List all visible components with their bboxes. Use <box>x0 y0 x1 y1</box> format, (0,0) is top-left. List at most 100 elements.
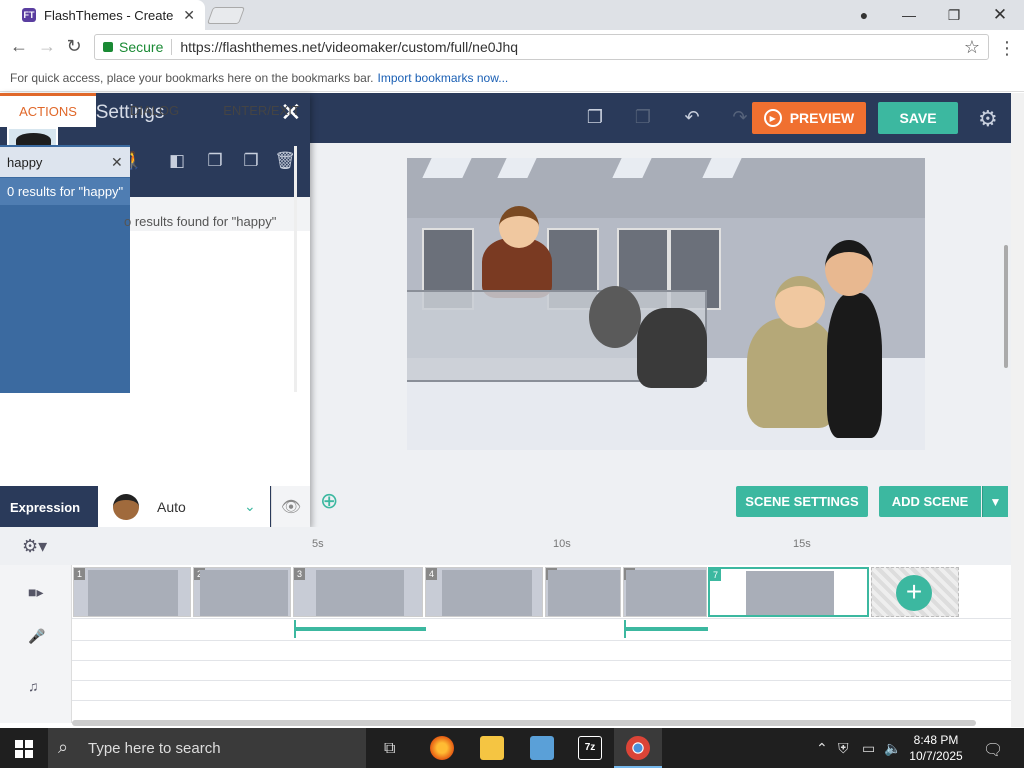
timeline-scrollbar[interactable] <box>72 720 976 726</box>
bookmark-star-icon[interactable]: ☆ <box>964 37 980 58</box>
taskbar-search[interactable]: Type here to search <box>48 728 366 768</box>
windows-start-icon[interactable] <box>15 740 33 758</box>
volume-icon[interactable]: 🔈 <box>884 740 901 757</box>
timeline-gear-icon[interactable]: ⚙▾ <box>22 536 47 557</box>
preview-button[interactable]: ▶ PREVIEW <box>752 102 866 134</box>
thumbnail-image <box>626 570 706 616</box>
scene-thumbnail[interactable]: 3 <box>293 567 423 617</box>
tab-actions[interactable]: ACTIONS <box>0 93 96 127</box>
scene-settings-button[interactable]: SCENE SETTINGS <box>736 486 868 517</box>
page-scroll-thumb[interactable] <box>1004 245 1008 368</box>
scene-number: 1 <box>74 568 85 580</box>
clock-date: 10/7/2025 <box>909 749 963 763</box>
bookmarks-bar: For quick access, place your bookmarks h… <box>0 65 1024 92</box>
thumbnail-image <box>200 570 288 616</box>
notifications-icon[interactable]: 🗨 <box>983 740 1003 760</box>
network-icon[interactable]: ▭ <box>862 740 875 757</box>
settings-gear-icon[interactable]: ⚙ <box>978 106 998 132</box>
task-view-icon[interactable]: ⧉ <box>384 740 395 758</box>
thumbnail-image <box>548 570 620 616</box>
firefox-icon[interactable] <box>430 736 454 760</box>
copy-icon[interactable]: ❐ <box>584 107 606 129</box>
thumbnail-image <box>88 570 178 616</box>
save-button[interactable]: SAVE <box>878 102 958 134</box>
track-divider <box>72 640 1011 641</box>
eye-icon[interactable]: 👁 <box>271 486 310 527</box>
clear-search-icon[interactable]: ✕ <box>111 154 123 171</box>
secure-label: Secure <box>119 39 164 55</box>
clock-time: 8:48 PM <box>913 733 959 747</box>
new-tab-button[interactable] <box>206 7 246 24</box>
track-divider <box>72 700 1011 701</box>
security-icon[interactable]: ⛨ <box>838 740 849 757</box>
close-window-button[interactable]: ✕ <box>986 0 1014 30</box>
redo-icon[interactable]: ↷ <box>729 107 751 129</box>
taskbar-clock[interactable]: 8:48 PM 10/7/2025 <box>906 732 966 764</box>
camera-icon: ■▸ <box>28 584 44 600</box>
back-arrow-icon[interactable]: ← <box>8 36 30 57</box>
add-scene-button[interactable]: ADD SCENE <box>879 486 981 517</box>
undo-icon[interactable]: ↶ <box>681 107 703 129</box>
forward-arrow-icon[interactable]: → <box>36 36 58 57</box>
character-soldier-head[interactable] <box>775 276 825 328</box>
expression-value: Auto <box>157 498 186 515</box>
character-kid-head[interactable] <box>589 286 641 348</box>
character-kid-body[interactable] <box>637 308 707 388</box>
paste-icon[interactable]: ❐ <box>632 107 654 129</box>
scene-thumbnail[interactable]: 1 <box>73 567 191 617</box>
tab-dialog[interactable]: DIALOG <box>96 93 213 127</box>
scene-thumbnail[interactable]: 6 <box>623 567 707 617</box>
close-tab-icon[interactable]: ✕ <box>183 7 195 24</box>
character-agent-head[interactable] <box>825 240 873 296</box>
zoom-in-icon[interactable]: ⊕ <box>320 488 338 514</box>
track-divider <box>72 618 1011 619</box>
music-note-icon: ♫ <box>28 678 39 694</box>
bookmarks-hint: For quick access, place your bookmarks h… <box>10 71 374 85</box>
scene-thumbnail[interactable]: 2 <box>193 567 291 617</box>
url-field[interactable]: Secure https://flashthemes.net/videomake… <box>94 34 989 60</box>
scene-number: 4 <box>426 568 437 580</box>
chevron-down-icon[interactable]: ▼ <box>982 486 1008 517</box>
track-divider <box>72 680 1011 681</box>
character-soldier-body[interactable] <box>747 318 837 428</box>
tab-title: FlashThemes - Create <box>44 7 174 23</box>
scene-thumbnail[interactable]: 4 <box>425 567 543 617</box>
browser-menu-icon[interactable]: ⋮ <box>998 38 1016 59</box>
chevron-down-icon: ⌄ <box>244 498 256 514</box>
paste-icon[interactable]: ❐ <box>240 151 262 173</box>
copy-icon[interactable]: ❐ <box>204 151 226 173</box>
track-divider <box>72 660 1011 661</box>
tab-enter-exit[interactable]: ENTER/EXIT <box>213 93 310 127</box>
profile-icon[interactable]: ● <box>850 0 878 30</box>
reload-icon[interactable]: ↻ <box>63 36 85 57</box>
maximize-button[interactable]: ❐ <box>940 0 968 30</box>
trash-icon[interactable]: 🗑 <box>274 151 296 173</box>
panel-scrollbar[interactable] <box>294 146 297 392</box>
audio-waveform[interactable] <box>294 620 426 638</box>
time-tick: 15s <box>793 538 811 550</box>
omnibox-divider <box>171 39 173 55</box>
audio-waveform[interactable] <box>624 620 708 638</box>
paint-app-icon[interactable] <box>530 736 554 760</box>
flip-icon[interactable]: ◧ <box>166 151 188 173</box>
page-scrollbar[interactable] <box>1011 93 1024 727</box>
plus-icon[interactable]: + <box>896 575 932 611</box>
scene-canvas[interactable] <box>407 158 925 450</box>
search-results-item[interactable]: 0 results for "happy" <box>0 178 130 205</box>
expression-label: Expression <box>10 500 81 515</box>
character-agent-body[interactable] <box>827 293 882 438</box>
minimize-button[interactable]: — <box>895 0 923 30</box>
browser-tab[interactable]: FT FlashThemes - Create ✕ <box>0 0 205 30</box>
expression-face-icon <box>113 493 139 520</box>
scene-thumbnail-selected[interactable]: 7 <box>708 567 869 617</box>
chrome-icon[interactable] <box>626 736 650 760</box>
flashthemes-favicon-icon: FT <box>22 8 36 22</box>
file-explorer-icon[interactable] <box>480 736 504 760</box>
scene-number: 3 <box>294 568 305 580</box>
scene-thumbnail[interactable]: 5 <box>545 567 621 617</box>
character-clerk-head[interactable] <box>499 206 539 248</box>
search-icon: ⌕ <box>58 737 69 757</box>
import-bookmarks-link[interactable]: Import bookmarks now... <box>378 71 509 85</box>
7zip-icon[interactable]: 7z <box>578 736 602 760</box>
chevron-up-icon[interactable]: ⌃ <box>816 740 828 757</box>
